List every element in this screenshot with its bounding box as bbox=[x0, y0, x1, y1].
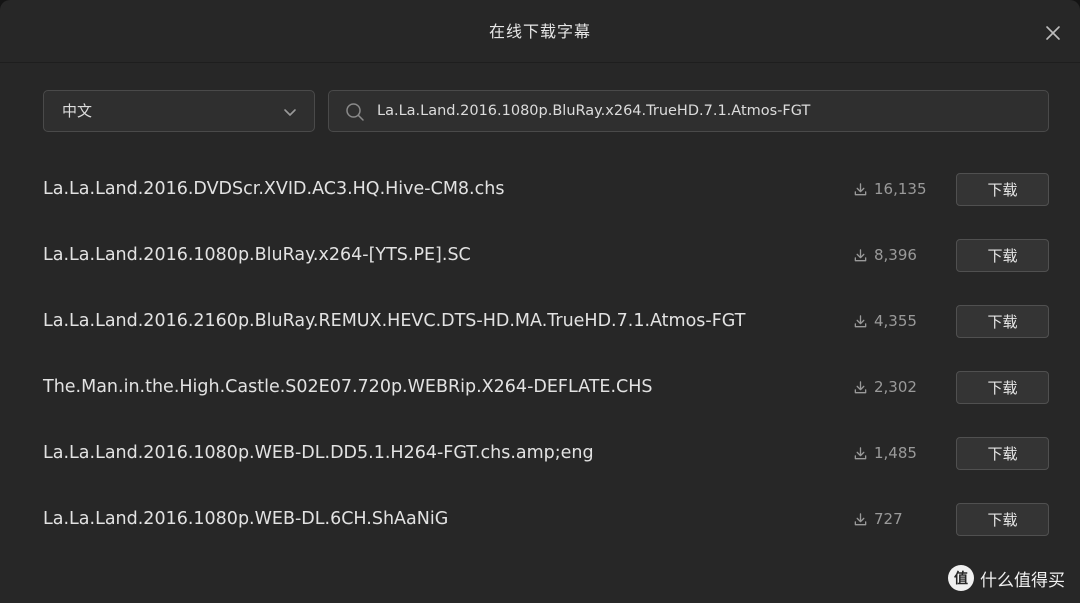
download-count: 1,485 bbox=[853, 443, 917, 463]
download-button[interactable]: 下载 bbox=[956, 173, 1049, 206]
language-select[interactable]: 中文 bbox=[43, 90, 315, 132]
chevron-down-icon bbox=[284, 109, 296, 116]
download-count: 8,396 bbox=[853, 245, 917, 265]
download-button[interactable]: 下载 bbox=[956, 437, 1049, 470]
subtitle-result-row: La.La.Land.2016.1080p.WEB-DL.DD5.1.H264-… bbox=[0, 420, 1080, 486]
download-count-value: 1,485 bbox=[874, 444, 917, 462]
subtitle-name: La.La.Land.2016.1080p.WEB-DL.6CH.ShAaNiG bbox=[43, 509, 449, 529]
download-count: 4,355 bbox=[853, 311, 917, 331]
download-count-value: 2,302 bbox=[874, 378, 917, 396]
site-watermark: 值 什么值得买 bbox=[948, 565, 1065, 591]
close-button[interactable] bbox=[1040, 20, 1066, 46]
subtitle-result-row: La.La.Land.2016.DVDScr.XVID.AC3.HQ.Hive-… bbox=[0, 156, 1080, 222]
dialog-title: 在线下载字幕 bbox=[488, 22, 591, 41]
download-icon bbox=[854, 314, 867, 327]
download-button[interactable]: 下载 bbox=[956, 503, 1049, 536]
download-icon bbox=[854, 512, 867, 525]
download-count: 727 bbox=[853, 509, 903, 529]
subtitle-result-row: La.La.Land.2016.2160p.BluRay.REMUX.HEVC.… bbox=[0, 288, 1080, 354]
download-count-value: 4,355 bbox=[874, 312, 917, 330]
watermark-text: 什么值得买 bbox=[980, 570, 1065, 591]
subtitle-name: La.La.Land.2016.DVDScr.XVID.AC3.HQ.Hive-… bbox=[43, 179, 505, 199]
download-count-value: 727 bbox=[874, 510, 903, 528]
subtitle-name: The.Man.in.the.High.Castle.S02E07.720p.W… bbox=[43, 377, 653, 397]
download-button[interactable]: 下载 bbox=[956, 371, 1049, 404]
search-box[interactable] bbox=[328, 90, 1049, 132]
subtitle-name: La.La.Land.2016.1080p.WEB-DL.DD5.1.H264-… bbox=[43, 443, 594, 463]
download-count: 2,302 bbox=[853, 377, 917, 397]
download-icon bbox=[854, 182, 867, 195]
download-count: 16,135 bbox=[853, 179, 927, 199]
download-icon bbox=[854, 446, 867, 459]
subtitle-result-row: La.La.Land.2016.1080p.WEB-DL.6CH.ShAaNiG… bbox=[0, 486, 1080, 552]
download-count-value: 16,135 bbox=[874, 180, 927, 198]
subtitle-download-dialog: 在线下载字幕 中文 La.La.Land.2016.DVDScr.XVID.AC… bbox=[0, 0, 1080, 603]
download-button[interactable]: 下载 bbox=[956, 239, 1049, 272]
language-select-value: 中文 bbox=[62, 102, 93, 120]
subtitle-result-row: The.Man.in.the.High.Castle.S02E07.720p.W… bbox=[0, 354, 1080, 420]
search-icon bbox=[346, 103, 364, 121]
download-count-value: 8,396 bbox=[874, 246, 917, 264]
watermark-logo: 值 bbox=[948, 565, 974, 591]
close-icon bbox=[1046, 26, 1060, 40]
download-button[interactable]: 下载 bbox=[956, 305, 1049, 338]
search-input[interactable] bbox=[377, 91, 1037, 131]
subtitle-result-row: La.La.Land.2016.1080p.BluRay.x264-[YTS.P… bbox=[0, 222, 1080, 288]
subtitle-name: La.La.Land.2016.2160p.BluRay.REMUX.HEVC.… bbox=[43, 311, 746, 331]
dialog-header: 在线下载字幕 bbox=[0, 0, 1080, 63]
subtitle-name: La.La.Land.2016.1080p.BluRay.x264-[YTS.P… bbox=[43, 245, 471, 265]
download-icon bbox=[854, 380, 867, 393]
download-icon bbox=[854, 248, 867, 261]
